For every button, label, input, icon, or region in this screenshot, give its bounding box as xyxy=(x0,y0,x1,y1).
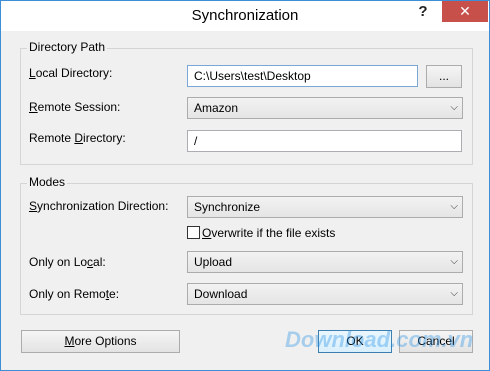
local-directory-label: Local Directory: xyxy=(29,66,113,80)
close-icon: ✕ xyxy=(459,3,471,19)
chevron-down-icon: ⌵ xyxy=(450,288,458,299)
remote-session-label: Remote Session: xyxy=(29,100,121,114)
overwrite-label[interactable]: Overwrite if the file exists xyxy=(202,226,335,240)
remote-directory-input[interactable]: / xyxy=(187,130,462,152)
remote-session-select[interactable]: Amazon ⌵ xyxy=(187,97,463,119)
title-bar[interactable]: Synchronization ? ✕ xyxy=(1,1,489,31)
modes-title: Modes xyxy=(27,175,68,189)
synchronization-dialog: Synchronization ? ✕ Directory Path Local… xyxy=(0,0,490,371)
sync-direction-select[interactable]: Synchronize ⌵ xyxy=(187,196,463,218)
modes-group: Modes Synchronization Direction: Synchro… xyxy=(20,175,473,315)
more-options-button[interactable]: More Options xyxy=(21,330,180,353)
sync-direction-label: Synchronization Direction: xyxy=(29,199,169,213)
only-on-remote-select[interactable]: Download ⌵ xyxy=(187,283,463,305)
overwrite-checkbox[interactable] xyxy=(187,226,200,239)
only-on-local-select[interactable]: Upload ⌵ xyxy=(187,251,463,273)
remote-directory-label: Remote Directory: xyxy=(29,131,126,145)
close-button[interactable]: ✕ xyxy=(442,1,488,22)
chevron-down-icon: ⌵ xyxy=(450,102,458,113)
ok-button[interactable]: OK xyxy=(318,330,392,353)
directory-path-group: Directory Path Local Directory: C:\Users… xyxy=(20,40,473,165)
only-on-local-label: Only on Local: xyxy=(29,255,106,269)
directory-path-title: Directory Path xyxy=(27,40,108,54)
only-on-remote-label: Only on Remote: xyxy=(29,287,120,301)
local-directory-input[interactable]: C:\Users\test\Desktop xyxy=(187,65,418,87)
browse-button[interactable]: ... xyxy=(426,65,462,88)
chevron-down-icon: ⌵ xyxy=(450,256,458,267)
chevron-down-icon: ⌵ xyxy=(450,201,458,212)
cancel-button[interactable]: Cancel xyxy=(399,330,473,353)
help-button[interactable]: ? xyxy=(409,1,437,23)
